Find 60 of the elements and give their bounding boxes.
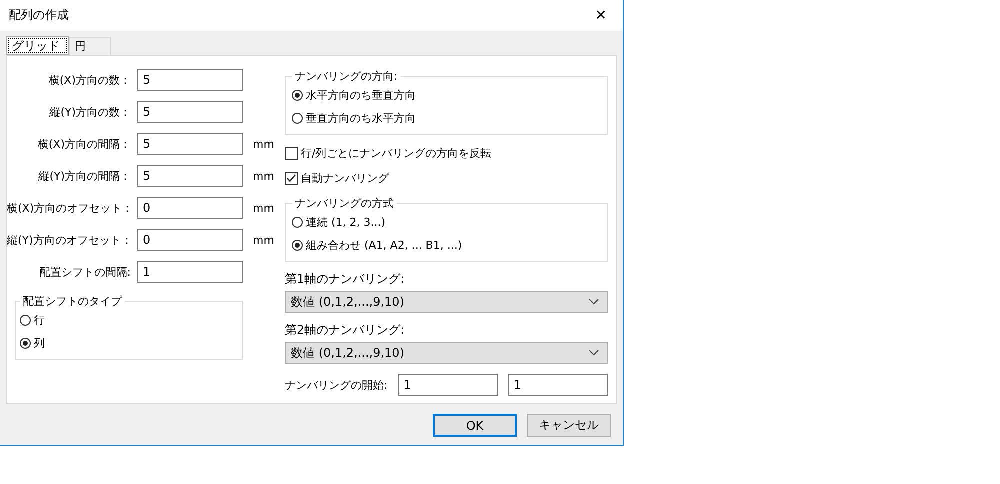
dropdown[interactable]: 数値 (0,1,2,...,9,10) [285, 342, 608, 364]
radio-icon[interactable] [292, 113, 303, 124]
group-title: ナンバリングの方向: [294, 69, 399, 84]
checkbox[interactable] [285, 172, 298, 185]
radio-option[interactable]: 組み合わせ (A1, A2, ... B1, ...) [292, 236, 601, 255]
radio-option[interactable]: 連続 (1, 2, 3...) [292, 213, 601, 232]
field-label: 縦(Y)方向の間隔： [38, 168, 132, 184]
field-label: 縦(Y)方向のオフセット： [7, 232, 134, 248]
dropdown-label: 第1軸のナンバリング: [285, 271, 406, 288]
group-title: 配置シフトのタイプ [22, 294, 124, 309]
radio-icon[interactable] [20, 338, 31, 349]
radio-label: 組み合わせ (A1, A2, ... B1, ...) [306, 238, 462, 253]
chevron-down-icon [589, 299, 599, 305]
checkbox-label: 自動ナンバリング [301, 171, 389, 186]
radio-label: 列 [34, 336, 45, 351]
radio-option[interactable]: 列 [20, 334, 236, 353]
chevron-down-icon [589, 350, 599, 356]
radio-option[interactable]: 行 [20, 311, 236, 330]
close-button[interactable]: ✕ [579, 0, 623, 31]
dialog-button[interactable]: OK [433, 414, 517, 437]
input-field[interactable]: 0 [137, 229, 243, 251]
group-title: ナンバリングの方式 [294, 196, 395, 211]
unit-label: mm [253, 234, 274, 246]
input-field[interactable]: 1 [508, 374, 608, 396]
radio-icon[interactable] [292, 240, 303, 251]
field-label: 横(X)方向の間隔： [36, 136, 132, 152]
input-field[interactable]: 5 [137, 133, 243, 155]
field-label: 横(X)方向の数： [48, 72, 132, 88]
input-field[interactable]: 5 [137, 165, 243, 187]
dropdown-label: 第2軸のナンバリング: [285, 322, 406, 339]
input-field[interactable]: 1 [398, 374, 498, 396]
radio-label: 連続 (1, 2, 3...) [306, 215, 386, 230]
input-field[interactable]: 5 [137, 69, 243, 91]
tab[interactable]: グリッド [6, 36, 69, 55]
input-field[interactable]: 1 [137, 261, 243, 283]
input-field[interactable]: 5 [137, 101, 243, 123]
field-label: 配置シフトの間隔: [38, 264, 132, 280]
radio-option[interactable]: 水平方向のち垂直方向 [292, 86, 601, 105]
radio-option[interactable]: 垂直方向のち水平方向 [292, 109, 601, 128]
radio-label: 水平方向のち垂直方向 [306, 88, 416, 103]
radio-label: 垂直方向のち水平方向 [306, 111, 416, 126]
dialog-button[interactable]: キャンセル [527, 414, 611, 437]
window-title: 配列の作成 [9, 7, 69, 24]
radio-icon[interactable] [292, 217, 303, 228]
field-label: 横(X)方向のオフセット： [7, 200, 134, 216]
radio-label: 行 [34, 313, 45, 328]
radio-icon[interactable] [20, 315, 31, 326]
checkbox-label: 行/列ごとにナンバリングの方向を反転 [301, 146, 492, 161]
input-field[interactable]: 0 [137, 197, 243, 219]
dropdown[interactable]: 数値 (0,1,2,...,9,10) [285, 291, 608, 313]
radio-icon[interactable] [292, 90, 303, 101]
unit-label: mm [253, 138, 274, 150]
unit-label: mm [253, 170, 274, 182]
unit-label: mm [253, 202, 274, 214]
field-label: 縦(Y)方向の数： [48, 104, 132, 120]
checkbox[interactable] [285, 147, 298, 160]
tab[interactable]: 円 [69, 37, 111, 55]
checkbox-option[interactable]: 自動ナンバリング [285, 169, 608, 188]
field-label: ナンバリングの開始: [285, 378, 388, 392]
checkbox-option[interactable]: 行/列ごとにナンバリングの方向を反転 [285, 144, 608, 163]
